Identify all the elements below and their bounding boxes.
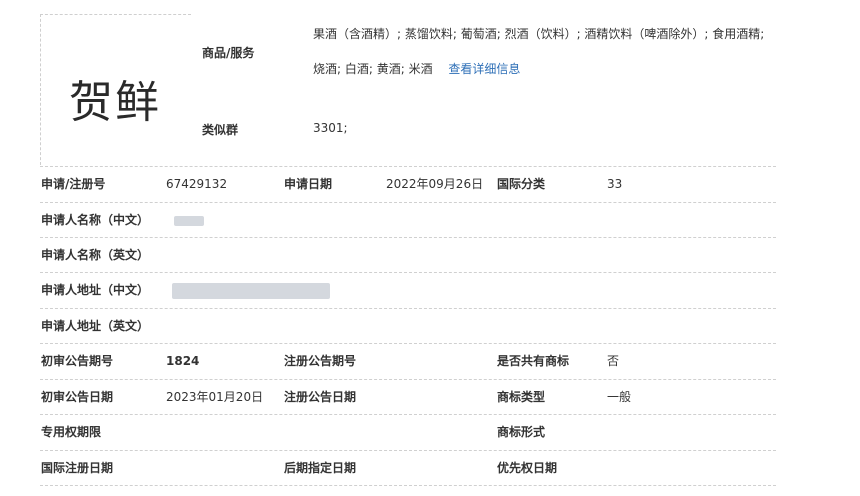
info-row-applicant-cn: 申请人名称（中文） — [0, 203, 860, 238]
registration-number-value: 67429132 — [166, 177, 228, 191]
exclusive-right-period-label: 专用权期限 — [41, 425, 102, 439]
shared-trademark-value: 否 — [607, 354, 620, 368]
preliminary-issue-number-value: 1824 — [166, 354, 200, 368]
goods-services-line1: 果酒（含酒精）; 蒸馏饮料; 葡萄酒; 烈酒（饮料）; 酒精饮料（啤酒除外）; … — [313, 27, 765, 41]
shared-trademark-label: 是否共有商标 — [497, 354, 570, 368]
registration-number-label: 申请/注册号 — [41, 177, 106, 191]
preliminary-issue-date-value: 2023年01月20日 — [166, 390, 264, 404]
registration-issue-date-label: 注册公告日期 — [284, 390, 357, 404]
applicant-address-en-label: 申请人地址（英文） — [41, 319, 150, 333]
info-row-applicant-en: 申请人名称（英文） — [0, 238, 860, 273]
info-row-address-en: 申请人地址（英文） — [0, 309, 860, 344]
international-class-label: 国际分类 — [497, 177, 546, 191]
preliminary-issue-number-label: 初审公告期号 — [41, 354, 114, 368]
trademark-form-label: 商标形式 — [497, 425, 546, 439]
applicant-name-en-label: 申请人名称（英文） — [41, 248, 150, 262]
view-details-link[interactable]: 查看详细信息 — [448, 62, 520, 76]
international-registration-date-label: 国际注册日期 — [41, 461, 114, 475]
trademark-type-label: 商标类型 — [497, 390, 546, 404]
applicant-address-cn-label: 申请人地址（中文） — [41, 283, 150, 297]
goods-services-line2: 烧酒; 白酒; 黄酒; 米酒 查看详细信息 — [313, 53, 520, 85]
redacted-applicant-address — [172, 283, 330, 299]
goods-services-label: 商品/服务 — [202, 46, 255, 60]
international-class-value: 33 — [607, 177, 623, 191]
info-row-exclusive-right: 专用权期限 商标形式 — [0, 415, 860, 450]
trademark-type-value: 一般 — [607, 390, 632, 404]
redacted-applicant-name — [174, 216, 204, 226]
applicant-name-cn-label: 申请人名称（中文） — [41, 213, 150, 227]
similar-group-value: 3301; — [313, 121, 348, 135]
info-row-address-cn: 申请人地址（中文） — [0, 273, 860, 308]
info-row-issue-numbers: 初审公告期号 1824 注册公告期号 是否共有商标 否 — [0, 344, 860, 379]
registration-issue-number-label: 注册公告期号 — [284, 354, 357, 368]
application-date-value: 2022年09月26日 — [386, 177, 484, 191]
later-designation-date-label: 后期指定日期 — [284, 461, 357, 475]
info-row-dates: 国际注册日期 后期指定日期 优先权日期 — [0, 451, 860, 486]
similar-group-label: 类似群 — [202, 123, 239, 137]
application-date-label: 申请日期 — [284, 177, 333, 191]
priority-date-label: 优先权日期 — [497, 461, 558, 475]
preliminary-issue-date-label: 初审公告日期 — [41, 390, 114, 404]
info-row-issue-dates: 初审公告日期 2023年01月20日 注册公告日期 商标类型 一般 — [0, 380, 860, 415]
goods-services-line2-text: 烧酒; 白酒; 黄酒; 米酒 — [313, 62, 433, 76]
info-row-registration: 申请/注册号 67429132 申请日期 2022年09月26日 国际分类 33 — [0, 167, 860, 202]
trademark-image: 贺鲜 — [69, 77, 161, 128]
